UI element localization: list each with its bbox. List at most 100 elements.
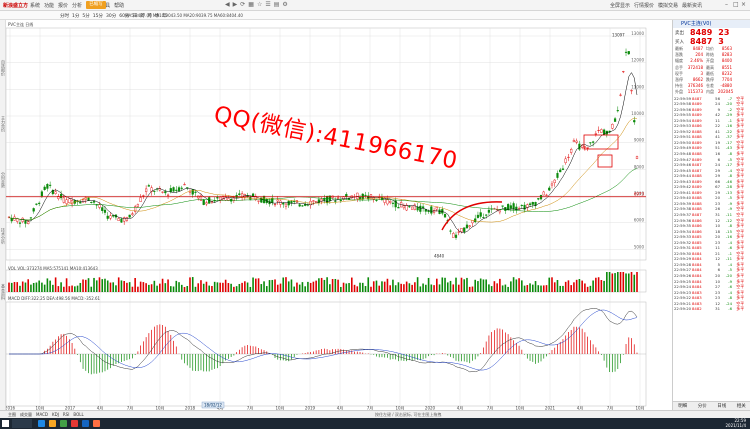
period-button[interactable]: 1分	[72, 14, 79, 19]
volume-bar	[293, 286, 296, 292]
menu-item[interactable]: 分析	[72, 3, 82, 9]
indicator-tab[interactable]: BOLL	[73, 412, 83, 417]
volume-bar	[106, 280, 109, 292]
candle-body	[471, 220, 474, 224]
edge-icon[interactable]	[38, 420, 45, 427]
close-icon[interactable]: ×	[741, 1, 746, 8]
volume-bar	[156, 285, 158, 292]
menu-item[interactable]: 帮助	[114, 3, 124, 9]
system-tray-clock[interactable]: 22:59 2021/11/4	[725, 418, 746, 428]
period-button[interactable]: 30分	[106, 14, 116, 19]
trading-app-icon[interactable]	[71, 420, 78, 427]
candle-body	[356, 192, 359, 199]
volume-bar	[457, 284, 460, 292]
quote-tab[interactable]: 日线	[717, 403, 726, 409]
buy-label: 买入	[675, 39, 684, 45]
candle-body	[526, 204, 529, 208]
candle-body	[616, 110, 619, 112]
period-button[interactable]: 5分	[82, 14, 89, 19]
back-icon[interactable]: ◀	[225, 1, 233, 8]
candle-body	[27, 221, 30, 225]
candle-body	[345, 194, 348, 197]
indicator-tab[interactable]: 成交量	[20, 412, 32, 417]
volume-bar	[126, 282, 128, 292]
tick-list[interactable]: 22:59:59 8487 56 -7 空平 22:59:58 8489 24 -20 空平 22:…	[673, 96, 750, 312]
volume-bar	[79, 282, 82, 292]
candle-body	[147, 185, 150, 187]
app-logo: 新浪盛立方	[3, 3, 29, 9]
candle-body	[564, 158, 567, 163]
volume-bar	[54, 277, 57, 292]
qq-icon[interactable]	[82, 420, 89, 427]
candle-body	[131, 213, 134, 215]
indicator-tab[interactable]: MACD	[36, 412, 48, 417]
chart-area[interactable]: 13000 12000 11000 10000 9000 8000 7000 6000 5000…	[5, 20, 656, 411]
windows-start-icon[interactable]	[2, 420, 9, 427]
alert-tab[interactable]: 已缩写	[86, 1, 106, 9]
volume-bar	[564, 281, 567, 292]
top-link[interactable]: 模拟交易	[658, 3, 678, 9]
quote-tab[interactable]: 相关	[737, 403, 746, 409]
candle-body	[430, 206, 433, 214]
top-link[interactable]: 行情报价	[634, 3, 654, 9]
candle-body	[35, 203, 38, 205]
volume-bar	[150, 284, 153, 292]
indicator-tab[interactable]: RSI	[63, 412, 70, 417]
candle-body	[572, 140, 576, 142]
app-icon[interactable]	[93, 420, 100, 427]
volume-bar	[353, 284, 356, 292]
top-link[interactable]: 全屏显示	[610, 3, 630, 9]
volume-bar	[529, 283, 531, 292]
volume-bar	[617, 272, 619, 292]
volume-bar	[425, 284, 427, 292]
candle-body	[619, 94, 622, 96]
volume-bar	[216, 282, 219, 292]
bottom-status-bar: 主图 成交量 MACD KDJ RSI BOLL 按住左键 / 双击鼠标, 可在主图上拖拽	[0, 410, 750, 418]
settings-icon[interactable]: ⚙	[282, 1, 290, 8]
maximize-icon[interactable]: □	[733, 1, 739, 8]
volume-bar	[477, 281, 479, 292]
top-link[interactable]: 最新资讯	[682, 3, 702, 9]
candle-body	[98, 204, 101, 208]
list-icon[interactable]: ☰	[265, 1, 273, 8]
kline-chart-svg[interactable]: 1300012000110001000090008000700060005000…	[5, 20, 656, 411]
menu-item[interactable]: 功能	[44, 3, 54, 9]
indicator-tab[interactable]: KDJ	[52, 412, 59, 417]
volume-bar	[466, 277, 468, 292]
minimize-icon[interactable]: –	[725, 1, 728, 8]
volume-bar	[178, 282, 180, 292]
candle-body	[454, 234, 458, 238]
candle-body	[411, 206, 414, 210]
menu-item[interactable]: 报价	[58, 3, 68, 9]
candle-body	[339, 199, 342, 201]
candle-body	[567, 156, 570, 158]
volume-bar	[515, 279, 518, 292]
volume-bar	[63, 286, 65, 292]
volume-bar	[493, 281, 496, 292]
volume-bar	[474, 279, 477, 292]
period-button[interactable]: 分时	[60, 14, 69, 19]
period-button[interactable]: 15分	[93, 14, 103, 19]
candle-body	[79, 201, 82, 204]
candle-body	[238, 193, 241, 196]
candle-body	[369, 194, 373, 197]
menu-item[interactable]: 系统	[30, 3, 40, 9]
indicator-tab[interactable]: 主图	[8, 412, 16, 417]
wechat-icon[interactable]	[60, 420, 67, 427]
candle-body	[32, 208, 35, 212]
quote-tab[interactable]: 分价	[698, 403, 707, 409]
candle-body	[101, 207, 104, 211]
app-window: 新浪盛立方 系统功能报价分析交易工具帮助 已缩写 ◀▶⟳▦☆☰▤⚙ 全屏显示行情…	[0, 0, 750, 429]
volume-bar	[139, 281, 142, 292]
grid-icon[interactable]: ▦	[248, 1, 257, 8]
explorer-icon[interactable]	[49, 420, 56, 427]
taskbar-search[interactable]	[12, 419, 32, 428]
volume-bar	[95, 280, 98, 292]
volume-bar	[468, 286, 471, 292]
volume-bar	[570, 285, 572, 292]
volume-bar	[581, 280, 583, 292]
candle-body	[92, 201, 96, 203]
quote-tab[interactable]: 明细	[678, 403, 687, 409]
volume-bar	[230, 283, 232, 292]
candle-body	[594, 133, 597, 135]
